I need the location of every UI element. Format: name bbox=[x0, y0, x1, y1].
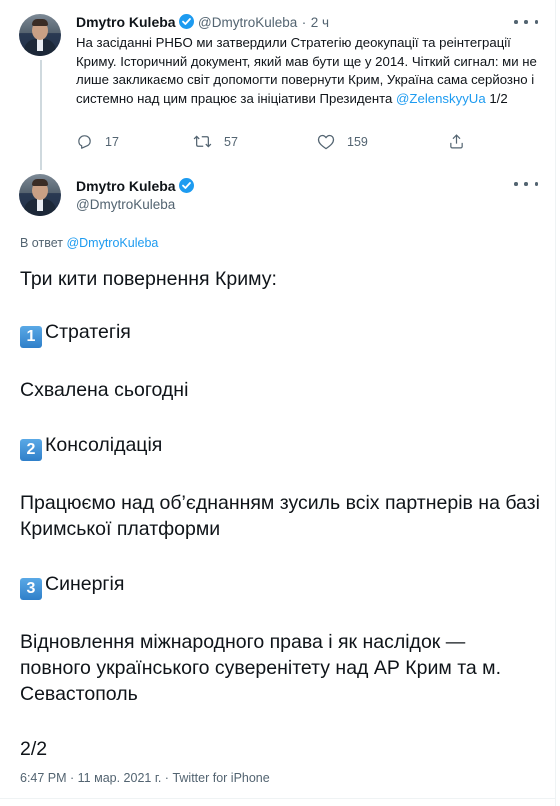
verified-badge-icon bbox=[178, 14, 194, 29]
verified-badge-icon bbox=[178, 178, 194, 193]
author-avatar[interactable] bbox=[19, 174, 61, 216]
tweet1-text: На засіданні РНБО ми затвердили Стратегі… bbox=[76, 34, 544, 108]
thread-counter: 1/2 bbox=[485, 90, 508, 106]
reply-to-line: В ответ @DmytroKuleba bbox=[20, 236, 158, 250]
retweet-button[interactable]: 57 bbox=[193, 133, 238, 150]
share-icon bbox=[450, 134, 463, 149]
divider bbox=[0, 798, 556, 799]
retweet-icon bbox=[193, 135, 212, 148]
more-icon[interactable] bbox=[514, 17, 538, 27]
item3-title: Синергія bbox=[45, 573, 125, 595]
item1-title-line: 1 Стратегія bbox=[20, 319, 540, 348]
author-handle[interactable]: @DmytroKuleba bbox=[198, 15, 297, 30]
like-count: 159 bbox=[347, 134, 368, 149]
tweet1-header: Dmytro Kuleba @DmytroKuleba · 2 ч bbox=[76, 14, 329, 32]
item2-body: Працюємо над об’єднанням зусиль всіх пар… bbox=[20, 492, 540, 540]
thread-connector-line bbox=[40, 60, 42, 170]
item3-title-line: 3 Синергія bbox=[20, 571, 540, 600]
intro-line: Три кити повернення Криму: bbox=[20, 268, 277, 290]
separator-dot: · bbox=[301, 15, 307, 30]
keycap-3-icon: 3 bbox=[20, 578, 42, 600]
item2-title: Консолідація bbox=[45, 434, 163, 456]
keycap-2-icon: 2 bbox=[20, 439, 42, 461]
tweet2-author-name-row: Dmytro Kuleba bbox=[76, 178, 194, 196]
tweet1-actions: 17 57 159 bbox=[76, 133, 476, 155]
retweet-count: 57 bbox=[224, 134, 238, 149]
mention-link[interactable]: @ZelenskyyUa bbox=[396, 91, 486, 106]
reply-count: 17 bbox=[105, 134, 119, 149]
reply-icon bbox=[78, 135, 91, 149]
reply-to-prefix: В ответ bbox=[20, 236, 67, 250]
author-avatar[interactable] bbox=[19, 14, 61, 56]
share-button[interactable] bbox=[448, 133, 477, 150]
tweet2-text: Три кити повернення Криму: 1 Стратегія Сх… bbox=[20, 266, 540, 762]
author-name[interactable]: Dmytro Kuleba bbox=[76, 14, 176, 30]
tweet-timestamp[interactable]: 6:47 PM · 11 мар. 2021 г. · Twitter for … bbox=[20, 771, 270, 785]
like-button[interactable]: 159 bbox=[317, 133, 368, 150]
reply-button[interactable]: 17 bbox=[76, 133, 119, 150]
page-counter: 2/2 bbox=[20, 738, 48, 760]
like-icon bbox=[317, 134, 335, 150]
tweet-time[interactable]: 2 ч bbox=[311, 15, 329, 30]
item1-body: Схвалена сьогодні bbox=[20, 379, 189, 401]
keycap-1-icon: 1 bbox=[20, 326, 42, 348]
item2-title-line: 2 Консолідація bbox=[20, 432, 540, 461]
author-handle[interactable]: @DmytroKuleba bbox=[76, 197, 175, 212]
item1-title: Стратегія bbox=[45, 321, 131, 343]
author-name[interactable]: Dmytro Kuleba bbox=[76, 178, 176, 194]
item3-body: Відновлення міжнародного права і як насл… bbox=[20, 631, 501, 705]
reply-to-handle[interactable]: @DmytroKuleba bbox=[66, 236, 158, 250]
more-icon[interactable] bbox=[514, 179, 538, 189]
tweet-thread: Dmytro Kuleba @DmytroKuleba · 2 ч На зас… bbox=[0, 0, 556, 806]
